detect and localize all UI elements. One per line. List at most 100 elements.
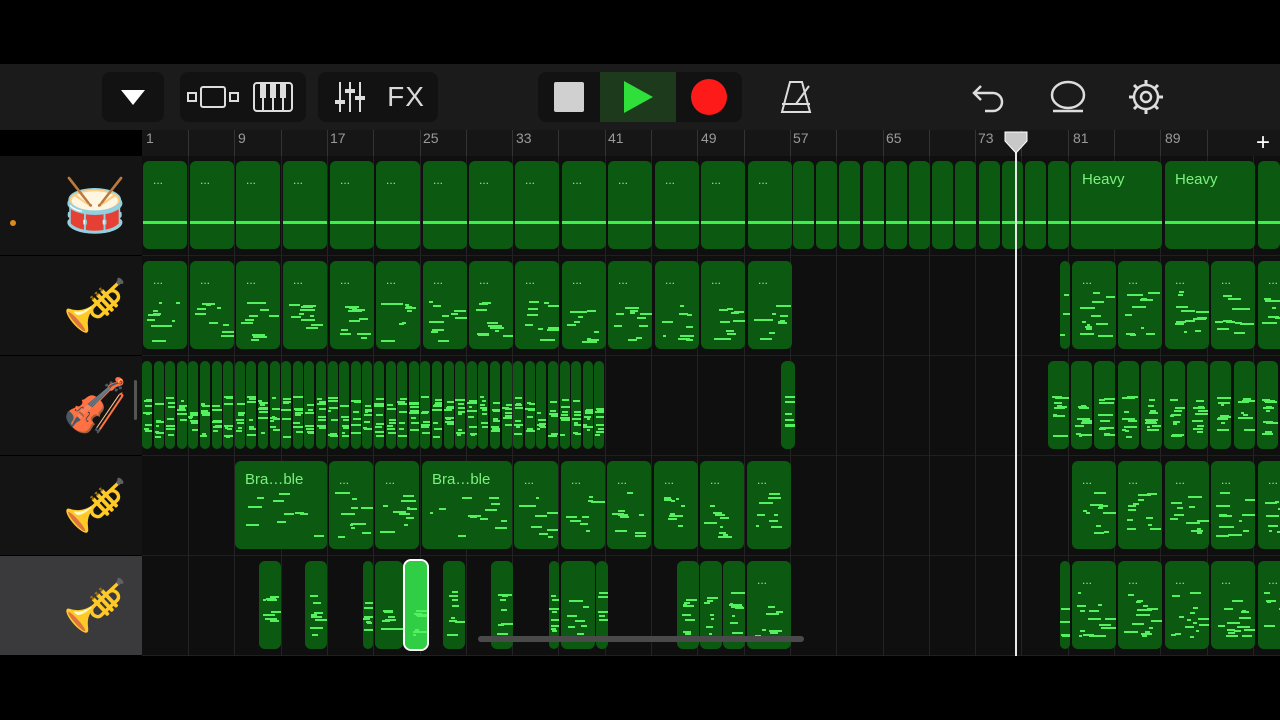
view-toggle-button[interactable] <box>183 84 243 110</box>
region[interactable] <box>281 361 292 449</box>
region[interactable] <box>513 361 524 449</box>
region[interactable] <box>909 161 930 249</box>
region[interactable]: ... <box>376 161 420 249</box>
region[interactable]: ... <box>701 161 745 249</box>
region[interactable]: ... <box>654 461 698 549</box>
region[interactable] <box>501 361 512 449</box>
region[interactable] <box>1001 161 1023 249</box>
region[interactable]: ... <box>143 161 187 249</box>
region[interactable] <box>1048 361 1069 449</box>
region[interactable] <box>478 361 489 449</box>
region[interactable]: ... <box>143 261 187 349</box>
region[interactable]: ... <box>329 461 373 549</box>
region[interactable] <box>375 561 403 649</box>
region[interactable] <box>223 361 234 449</box>
region[interactable]: ... <box>190 161 234 249</box>
play-button[interactable] <box>600 72 676 122</box>
drums-track-header[interactable]: 🥁 <box>0 156 142 256</box>
region[interactable]: ... <box>515 261 559 349</box>
region[interactable] <box>1258 161 1280 249</box>
add-section-button[interactable]: + <box>1246 129 1280 156</box>
region[interactable] <box>305 561 327 649</box>
region[interactable] <box>200 361 210 449</box>
region[interactable]: ... <box>701 261 745 349</box>
region[interactable]: ... <box>236 161 280 249</box>
region[interactable] <box>397 361 408 449</box>
region[interactable]: ... <box>1211 261 1255 349</box>
region[interactable] <box>1210 361 1232 449</box>
horizontal-scrollbar[interactable] <box>478 636 804 642</box>
region[interactable] <box>1060 261 1070 349</box>
tracks-dropdown-button[interactable] <box>102 72 164 122</box>
region[interactable] <box>165 361 176 449</box>
region[interactable] <box>571 361 582 449</box>
undo-button[interactable] <box>962 72 1014 122</box>
region[interactable] <box>955 161 977 249</box>
region[interactable] <box>432 361 442 449</box>
region[interactable] <box>594 361 605 449</box>
region[interactable] <box>781 361 795 449</box>
brass-track-3-header[interactable]: 🎺 <box>0 556 142 656</box>
region[interactable] <box>1025 161 1046 249</box>
region[interactable]: ... <box>608 161 652 249</box>
region[interactable] <box>443 361 454 449</box>
region[interactable] <box>1256 361 1278 449</box>
region[interactable]: ... <box>423 261 467 349</box>
region[interactable] <box>269 361 280 449</box>
metronome-button[interactable] <box>770 72 822 122</box>
region[interactable] <box>1233 361 1255 449</box>
region[interactable]: ... <box>562 261 606 349</box>
region[interactable]: ... <box>330 261 374 349</box>
region[interactable]: Heavy <box>1072 161 1162 249</box>
mixer-button[interactable] <box>322 80 378 114</box>
region[interactable] <box>1187 361 1209 449</box>
region[interactable] <box>304 361 315 449</box>
region[interactable]: ... <box>655 161 699 249</box>
stop-button[interactable] <box>538 72 600 122</box>
region[interactable] <box>816 161 838 249</box>
timeline-ruler[interactable]: 1 9 17 25 33 41 49 57 65 73 81 89 <box>142 130 1280 156</box>
brass-track-2-header[interactable]: 🎺 <box>0 456 142 556</box>
region[interactable]: ... <box>655 261 699 349</box>
region[interactable] <box>536 361 547 449</box>
region[interactable]: ... <box>330 161 374 249</box>
region[interactable]: ... <box>1118 461 1162 549</box>
region[interactable] <box>246 361 257 449</box>
headers-scrollbar[interactable] <box>134 380 137 420</box>
region[interactable] <box>793 161 814 249</box>
region[interactable]: ... <box>1118 261 1162 349</box>
region[interactable] <box>339 361 350 449</box>
region[interactable] <box>292 361 303 449</box>
region[interactable]: ... <box>1072 561 1116 649</box>
region[interactable] <box>455 361 466 449</box>
region[interactable] <box>188 361 199 449</box>
playhead-handle[interactable] <box>1004 131 1028 155</box>
region[interactable]: ... <box>469 161 513 249</box>
region[interactable]: ... <box>1118 561 1162 649</box>
region[interactable] <box>403 559 429 651</box>
region[interactable] <box>978 161 1000 249</box>
region[interactable]: Heavy <box>1165 161 1255 249</box>
region[interactable] <box>1140 361 1162 449</box>
region[interactable]: ... <box>1165 261 1209 349</box>
region[interactable] <box>1117 361 1139 449</box>
region[interactable]: ... <box>236 261 280 349</box>
region[interactable]: ... <box>1211 561 1255 649</box>
region[interactable]: ... <box>469 261 513 349</box>
region[interactable] <box>1071 361 1093 449</box>
region[interactable] <box>153 361 164 449</box>
region[interactable]: ... <box>1072 461 1116 549</box>
region[interactable]: ... <box>700 461 744 549</box>
region[interactable]: ... <box>1165 561 1209 649</box>
region[interactable] <box>142 361 152 449</box>
region[interactable]: Bra…ble <box>422 461 512 549</box>
region[interactable] <box>211 361 222 449</box>
region[interactable]: ... <box>190 261 234 349</box>
region[interactable]: ... <box>376 261 420 349</box>
region[interactable]: ... <box>607 461 651 549</box>
region[interactable] <box>839 161 861 249</box>
region[interactable]: ... <box>1258 461 1280 549</box>
region[interactable]: ... <box>608 261 652 349</box>
region[interactable] <box>374 361 384 449</box>
fx-button[interactable]: FX <box>378 81 434 113</box>
